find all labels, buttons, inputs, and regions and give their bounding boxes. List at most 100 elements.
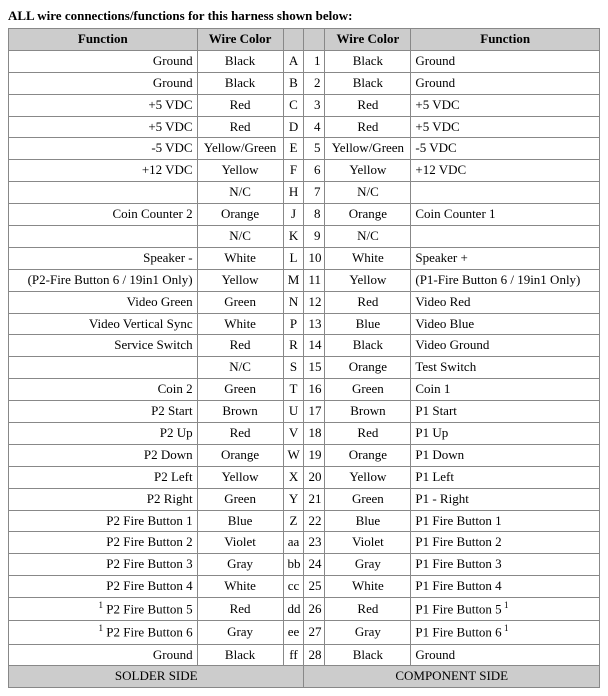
cell-pin-number: 3: [304, 94, 325, 116]
cell-function-right: +12 VDC: [411, 160, 600, 182]
pinout-table: Function Wire Color Wire Color Function …: [8, 28, 600, 688]
cell-function-right: P1 - Right: [411, 488, 600, 510]
cell-color-right: Blue: [325, 510, 411, 532]
cell-pin-letter: J: [283, 204, 304, 226]
cell-color-right: Blue: [325, 313, 411, 335]
cell-color-right: Yellow/Green: [325, 138, 411, 160]
cell-color-right: Red: [325, 116, 411, 138]
cell-color-left: Orange: [197, 444, 283, 466]
cell-function-left: Ground: [9, 72, 198, 94]
table-row: P2 LeftYellowX20YellowP1 Left: [9, 466, 600, 488]
cell-color-right: White: [325, 247, 411, 269]
cell-color-right: Black: [325, 50, 411, 72]
cell-function-left: Ground: [9, 644, 198, 666]
cell-function-right: [411, 226, 600, 248]
cell-function-left: P2 Fire Button 2: [9, 532, 198, 554]
cell-color-left: Yellow/Green: [197, 138, 283, 160]
cell-pin-letter: K: [283, 226, 304, 248]
cell-color-left: White: [197, 313, 283, 335]
cell-color-right: Black: [325, 644, 411, 666]
cell-function-left: Video Green: [9, 291, 198, 313]
cell-pin-number: 7: [304, 182, 325, 204]
cell-color-right: Yellow: [325, 466, 411, 488]
header-pin-b: [304, 29, 325, 51]
cell-function-right: -5 VDC: [411, 138, 600, 160]
header-pin-a: [283, 29, 304, 51]
cell-pin-letter: D: [283, 116, 304, 138]
cell-color-left: White: [197, 247, 283, 269]
cell-function-right: P1 Up: [411, 423, 600, 445]
cell-pin-letter: P: [283, 313, 304, 335]
cell-color-left: Orange: [197, 204, 283, 226]
cell-color-right: Black: [325, 335, 411, 357]
cell-function-right: +5 VDC: [411, 94, 600, 116]
header-color-right: Wire Color: [325, 29, 411, 51]
cell-pin-number: 10: [304, 247, 325, 269]
table-row: GroundBlackff28BlackGround: [9, 644, 600, 666]
cell-color-left: Red: [197, 335, 283, 357]
cell-function-left: P2 Fire Button 4: [9, 576, 198, 598]
cell-function-right: Video Blue: [411, 313, 600, 335]
table-row: 1 P2 Fire Button 6Grayee27GrayP1 Fire Bu…: [9, 621, 600, 644]
cell-color-left: N/C: [197, 226, 283, 248]
cell-pin-number: 12: [304, 291, 325, 313]
cell-function-left: 1 P2 Fire Button 6: [9, 621, 198, 644]
cell-color-right: Orange: [325, 357, 411, 379]
cell-color-left: Yellow: [197, 466, 283, 488]
cell-color-right: Brown: [325, 401, 411, 423]
cell-function-right: Video Red: [411, 291, 600, 313]
cell-color-left: Violet: [197, 532, 283, 554]
cell-color-right: Orange: [325, 444, 411, 466]
cell-pin-letter: R: [283, 335, 304, 357]
table-row: +5 VDCRedC3Red+5 VDC: [9, 94, 600, 116]
cell-function-left: +5 VDC: [9, 116, 198, 138]
cell-function-left: P2 Start: [9, 401, 198, 423]
cell-function-left: Service Switch: [9, 335, 198, 357]
table-row: P2 Fire Button 4Whitecc25WhiteP1 Fire Bu…: [9, 576, 600, 598]
cell-function-left: (P2-Fire Button 6 / 19in1 Only): [9, 269, 198, 291]
table-row: GroundBlackB2BlackGround: [9, 72, 600, 94]
cell-function-right: +5 VDC: [411, 116, 600, 138]
table-row: P2 Fire Button 1BlueZ22BlueP1 Fire Butto…: [9, 510, 600, 532]
cell-pin-letter: A: [283, 50, 304, 72]
cell-color-right: Gray: [325, 621, 411, 644]
cell-pin-number: 4: [304, 116, 325, 138]
table-row: N/CH7N/C: [9, 182, 600, 204]
cell-color-left: White: [197, 576, 283, 598]
cell-pin-letter: N: [283, 291, 304, 313]
cell-pin-letter: T: [283, 379, 304, 401]
cell-function-left: P2 Fire Button 3: [9, 554, 198, 576]
cell-function-left: P2 Right: [9, 488, 198, 510]
cell-pin-number: 25: [304, 576, 325, 598]
cell-color-left: Green: [197, 379, 283, 401]
table-row: P2 DownOrangeW19OrangeP1 Down: [9, 444, 600, 466]
cell-function-left: [9, 182, 198, 204]
cell-color-left: Gray: [197, 621, 283, 644]
cell-function-right: P1 Fire Button 3: [411, 554, 600, 576]
cell-function-right: P1 Start: [411, 401, 600, 423]
cell-pin-number: 16: [304, 379, 325, 401]
cell-pin-letter: Y: [283, 488, 304, 510]
table-row: P2 Fire Button 2Violetaa23VioletP1 Fire …: [9, 532, 600, 554]
table-row: P2 RightGreenY21GreenP1 - Right: [9, 488, 600, 510]
cell-pin-number: 14: [304, 335, 325, 357]
cell-color-right: Red: [325, 291, 411, 313]
cell-color-right: Yellow: [325, 269, 411, 291]
header-color-left: Wire Color: [197, 29, 283, 51]
cell-color-left: Brown: [197, 401, 283, 423]
cell-color-left: Yellow: [197, 269, 283, 291]
cell-color-right: Green: [325, 379, 411, 401]
table-row: P2 StartBrownU17BrownP1 Start: [9, 401, 600, 423]
cell-pin-letter: U: [283, 401, 304, 423]
cell-color-right: N/C: [325, 182, 411, 204]
header-function-right: Function: [411, 29, 600, 51]
table-row: +5 VDCRedD4Red+5 VDC: [9, 116, 600, 138]
cell-pin-letter: ee: [283, 621, 304, 644]
cell-function-left: [9, 226, 198, 248]
table-row: N/CK9N/C: [9, 226, 600, 248]
cell-color-right: Gray: [325, 554, 411, 576]
cell-pin-number: 28: [304, 644, 325, 666]
cell-color-left: Yellow: [197, 160, 283, 182]
cell-color-right: Yellow: [325, 160, 411, 182]
cell-pin-letter: M: [283, 269, 304, 291]
